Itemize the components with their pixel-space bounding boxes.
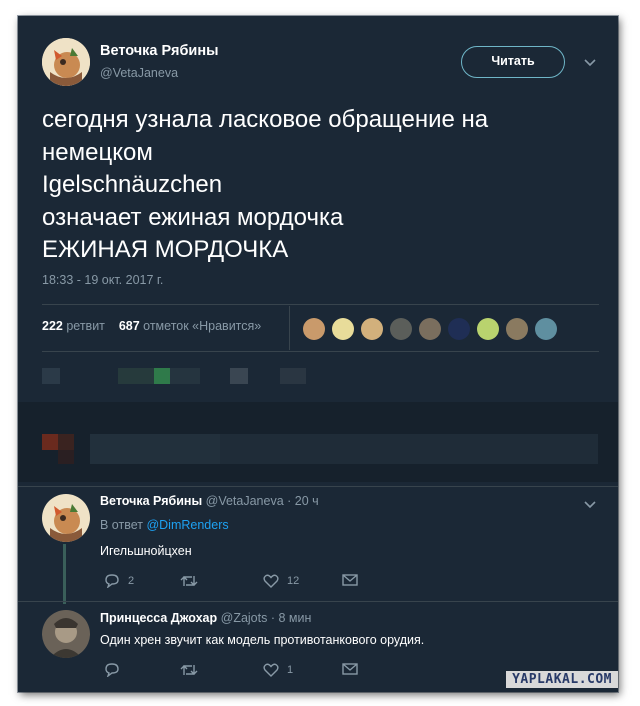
liker-avatar[interactable]	[506, 318, 528, 340]
liker-avatar[interactable]	[361, 318, 383, 340]
reply-text: Один хрен звучит как модель противотанко…	[100, 633, 425, 647]
liker-avatar[interactable]	[390, 318, 412, 340]
envelope-icon	[342, 574, 358, 586]
author-avatar[interactable]	[42, 38, 90, 86]
reply-action[interactable]: 2	[104, 574, 134, 588]
reply-icon	[105, 663, 119, 677]
stats-separator	[289, 306, 290, 350]
reply-author-name[interactable]: Веточка Рябины @VetaJaneva · 20 ч	[100, 494, 319, 508]
author-handle[interactable]: @VetaJaneva	[100, 66, 178, 80]
message-action[interactable]	[342, 574, 358, 586]
tweet-text: сегодня узнала ласковое обращение на нем…	[42, 106, 489, 263]
chevron-down-icon[interactable]	[584, 498, 596, 512]
retweet-stat[interactable]: 222 ретвит	[42, 319, 105, 333]
reply-text: Игельшнойцхен	[100, 544, 192, 558]
reply-author-avatar[interactable]	[42, 610, 90, 658]
liker-avatar[interactable]	[332, 318, 354, 340]
retweet-icon	[180, 576, 198, 586]
thread-connector-line	[63, 544, 66, 604]
watermark-logo: YAPLAKAL.COM	[506, 671, 618, 688]
reply-author-avatar[interactable]	[42, 494, 90, 542]
reply-author-name[interactable]: Принцесса Джохар @Zajots · 8 мин	[100, 611, 311, 625]
mention-link[interactable]: @DimRenders	[146, 518, 228, 532]
heart-icon	[263, 663, 279, 677]
liker-avatar[interactable]	[535, 318, 557, 340]
divider	[42, 351, 599, 352]
liker-avatar[interactable]	[477, 318, 499, 340]
retweet-icon	[180, 665, 198, 675]
like-action[interactable]: 12	[263, 574, 299, 588]
liker-avatar[interactable]	[303, 318, 325, 340]
follow-button[interactable]: Читать	[461, 46, 565, 78]
pixelated-action-bar	[18, 366, 618, 388]
reply-action[interactable]	[104, 663, 128, 677]
likes-stat[interactable]: 687 отметок «Нравится»	[119, 319, 261, 333]
retweet-action[interactable]	[180, 663, 206, 677]
divider	[42, 304, 599, 305]
envelope-icon	[342, 663, 358, 675]
message-action[interactable]	[342, 663, 358, 675]
tweet-screenshot-frame: Веточка Рябины @VetaJaneva Читать сегодн…	[18, 16, 618, 692]
reply-icon	[105, 574, 119, 588]
liker-avatar[interactable]	[419, 318, 441, 340]
author-name[interactable]: Веточка Рябины	[100, 43, 218, 59]
pixelated-reply-input	[18, 434, 618, 464]
like-action[interactable]: 1	[263, 663, 293, 677]
retweet-action[interactable]	[180, 574, 206, 588]
divider	[18, 601, 618, 602]
liker-avatar[interactable]	[448, 318, 470, 340]
chevron-down-icon[interactable]	[584, 56, 596, 70]
tweet-stats: 222 ретвит 687 отметок «Нравится»	[42, 319, 261, 333]
reply-to-line: В ответ @DimRenders	[100, 518, 229, 532]
divider	[18, 486, 618, 487]
tweet-timestamp[interactable]: 18:33 - 19 окт. 2017 г.	[42, 273, 163, 287]
heart-icon	[263, 574, 279, 588]
